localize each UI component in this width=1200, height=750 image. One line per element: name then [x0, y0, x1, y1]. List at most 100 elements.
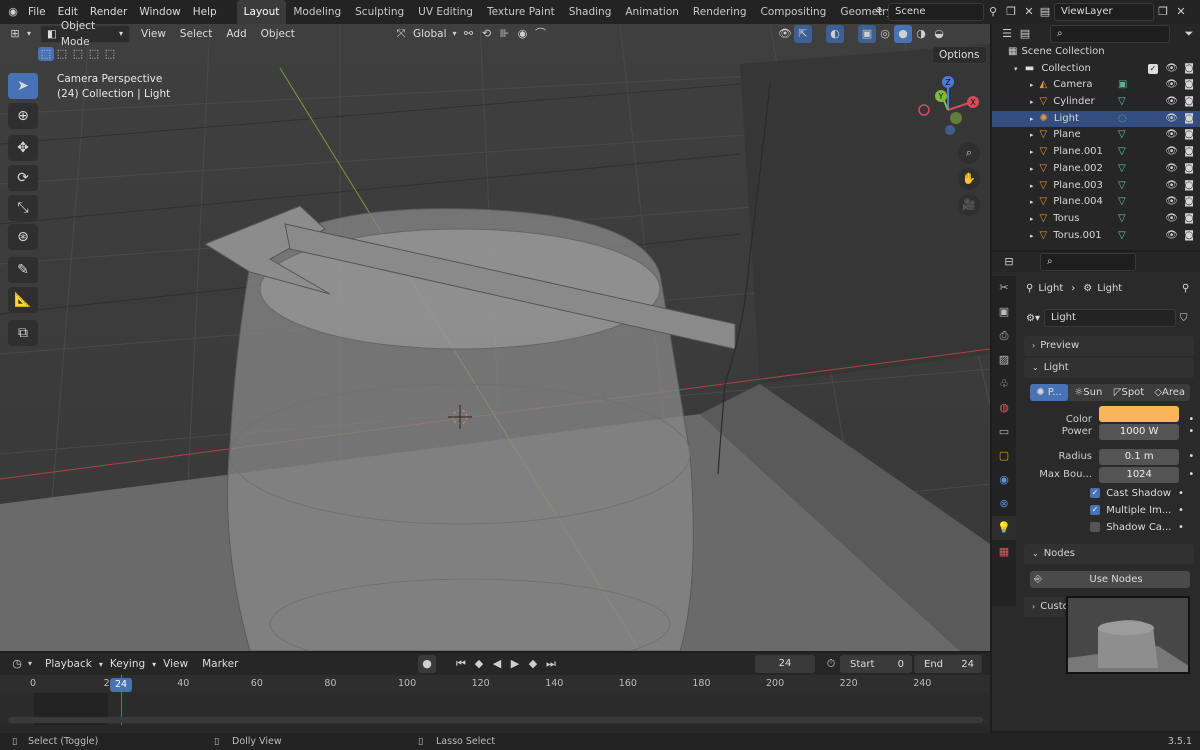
proportional-edit-icon[interactable]: ◉: [514, 25, 532, 43]
rotate-tool-icon[interactable]: ⟳: [8, 165, 38, 191]
eye-icon[interactable]: 👁: [1165, 111, 1178, 128]
move-tool-icon[interactable]: ✥: [8, 135, 38, 161]
display-mode-icon[interactable]: ▤: [1016, 25, 1034, 43]
scene-collection-row[interactable]: ▦ Scene Collection: [992, 44, 1200, 61]
gizmo-toggle-icon[interactable]: ⇱: [794, 25, 812, 43]
expand-arrow-icon[interactable]: ▸: [1030, 165, 1034, 173]
outliner-search-input[interactable]: ⌕: [1050, 25, 1170, 43]
menu-add[interactable]: Add: [219, 24, 253, 44]
add-cube-tool-icon[interactable]: ⧉: [8, 320, 38, 346]
collection-tab-icon[interactable]: ▭: [992, 420, 1016, 444]
annotate-tool-icon[interactable]: ✎: [8, 257, 38, 283]
pin-icon[interactable]: ⚲: [1182, 283, 1189, 294]
texture-tab-icon[interactable]: ▦: [992, 540, 1016, 564]
pan-hand-icon[interactable]: ✋: [958, 168, 980, 190]
render-preview-thumbnail[interactable]: [1066, 596, 1190, 674]
outliner-item-cylinder[interactable]: ▸ ▽ Cylinder ▽ 👁 ◙: [992, 94, 1200, 111]
light-type-spot[interactable]: ◸Spot: [1109, 384, 1150, 401]
keyframe-dot-icon[interactable]: •: [1178, 505, 1184, 516]
pin-icon[interactable]: ⚲: [984, 3, 1002, 21]
editor-type-chevron-icon[interactable]: ▾: [24, 25, 34, 43]
chevron-down-icon[interactable]: ▾: [26, 655, 34, 673]
expand-arrow-icon[interactable]: ▸: [1030, 131, 1034, 139]
keyframe-dot-icon[interactable]: •: [1178, 522, 1184, 533]
falloff-icon[interactable]: ⌒: [532, 25, 550, 43]
cursor-tool-icon[interactable]: ⊕: [8, 103, 38, 129]
keyframe-dot-icon[interactable]: •: [1188, 426, 1194, 437]
blender-logo-icon[interactable]: ◉: [4, 3, 22, 21]
outliner-item-light[interactable]: ▸ ✺ Light ◌ 👁 ◙: [992, 110, 1200, 128]
light-type-sun[interactable]: ☼Sun: [1068, 384, 1109, 401]
current-frame-field[interactable]: 24: [755, 655, 815, 673]
expand-arrow-icon[interactable]: ▾: [1014, 65, 1018, 73]
menu-marker[interactable]: Marker: [195, 654, 245, 674]
use-nodes-button[interactable]: ⎆ Use Nodes: [1030, 571, 1190, 588]
light-data-tab-icon[interactable]: 💡: [992, 516, 1016, 540]
menu-view[interactable]: View: [134, 24, 173, 44]
editor-type-icon[interactable]: ⊞: [6, 25, 24, 43]
delete-viewlayer-icon[interactable]: ✕: [1172, 3, 1190, 21]
properties-editor-icon[interactable]: ⊟: [1000, 253, 1018, 271]
tab-sculpting[interactable]: Sculpting: [348, 0, 411, 24]
render-camera-icon[interactable]: ◙: [1184, 144, 1194, 161]
panel-custom-properties[interactable]: › Custo: [1024, 597, 1069, 617]
expand-arrow-icon[interactable]: ▸: [1030, 182, 1034, 190]
viewlayer-icon[interactable]: ▤: [1036, 3, 1054, 21]
mesh-data-icon[interactable]: ▽: [1118, 94, 1126, 111]
keyframe-dot-icon[interactable]: •: [1178, 488, 1184, 499]
menu-playback[interactable]: Playback: [38, 654, 99, 674]
render-camera-icon[interactable]: ◙: [1184, 61, 1194, 78]
scene-icon[interactable]: ⚘: [870, 3, 888, 21]
object-tab-icon[interactable]: ▢: [992, 444, 1016, 468]
timeline-scrollbar[interactable]: [8, 717, 983, 723]
render-camera-icon[interactable]: ◙: [1184, 178, 1194, 195]
tab-shading[interactable]: Shading: [562, 0, 619, 24]
panel-light[interactable]: ⌄ Light: [1024, 358, 1194, 378]
material-shading-icon[interactable]: ◑: [912, 25, 930, 43]
tab-modeling[interactable]: Modeling: [286, 0, 348, 24]
datablock-selector[interactable]: ⚙▾ Light ⛉: [1026, 309, 1187, 327]
expand-arrow-icon[interactable]: ▸: [1030, 98, 1034, 106]
multiple-importance-row[interactable]: ✓ Multiple Im... •: [1090, 505, 1184, 516]
light-type-point[interactable]: ✺ P...: [1030, 384, 1068, 401]
outliner-item-plane-004[interactable]: ▸ ▽ Plane.004 ▽ 👁 ◙: [992, 194, 1200, 211]
play-reverse-icon[interactable]: ◀: [488, 655, 506, 673]
collection-row[interactable]: ▾ ▬ Collection ✓ 👁 ◙: [992, 61, 1200, 78]
mesh-data-icon[interactable]: ▽: [1118, 127, 1126, 144]
measure-tool-icon[interactable]: 📐: [8, 287, 38, 313]
outliner-item-plane-002[interactable]: ▸ ▽ Plane.002 ▽ 👁 ◙: [992, 161, 1200, 178]
record-icon[interactable]: ●: [418, 655, 436, 673]
menu-file[interactable]: File: [22, 0, 52, 24]
select-invert-icon[interactable]: ⬚: [86, 47, 102, 61]
orientation-dropdown[interactable]: Global: [410, 24, 450, 44]
tab-animation[interactable]: Animation: [618, 0, 686, 24]
render-camera-icon[interactable]: ◙: [1184, 194, 1194, 211]
render-camera-icon[interactable]: ◙: [1184, 161, 1194, 178]
camera-view-icon[interactable]: 🎥: [958, 194, 980, 216]
keyframe-dot-icon[interactable]: •: [1188, 469, 1194, 480]
collection-checkbox[interactable]: ✓: [1148, 63, 1158, 74]
play-icon[interactable]: ▶: [506, 655, 524, 673]
start-frame-field[interactable]: Start 0: [840, 655, 912, 673]
prev-keyframe-icon[interactable]: ◆: [470, 655, 488, 673]
orientation-icon[interactable]: ⤧: [392, 25, 410, 43]
select-extend-icon[interactable]: ⬚: [54, 47, 70, 61]
scene-selector[interactable]: Scene: [888, 3, 984, 21]
radius-field[interactable]: 0.1 m: [1099, 449, 1180, 465]
expand-arrow-icon[interactable]: ▸: [1030, 232, 1034, 240]
render-camera-icon[interactable]: ◙: [1184, 228, 1194, 245]
tab-rendering[interactable]: Rendering: [686, 0, 754, 24]
max-bounces-field[interactable]: 1024: [1099, 467, 1180, 483]
menu-view[interactable]: View: [156, 654, 195, 674]
viewlayer-selector[interactable]: ViewLayer: [1054, 3, 1154, 21]
datablock-name[interactable]: Light: [1043, 309, 1176, 327]
wireframe-shading-icon[interactable]: ◎: [876, 25, 894, 43]
constraints-tab-icon[interactable]: ⊗: [992, 492, 1016, 516]
render-camera-icon[interactable]: ◙: [1184, 94, 1194, 111]
outliner-item-torus[interactable]: ▸ ▽ Torus ▽ 👁 ◙: [992, 211, 1200, 228]
power-field[interactable]: 1000 W: [1099, 424, 1180, 440]
render-camera-icon[interactable]: ◙: [1184, 111, 1194, 128]
eye-icon[interactable]: 👁: [1165, 194, 1178, 211]
solid-shading-icon[interactable]: ●: [894, 25, 912, 43]
menu-window[interactable]: Window: [133, 0, 186, 24]
